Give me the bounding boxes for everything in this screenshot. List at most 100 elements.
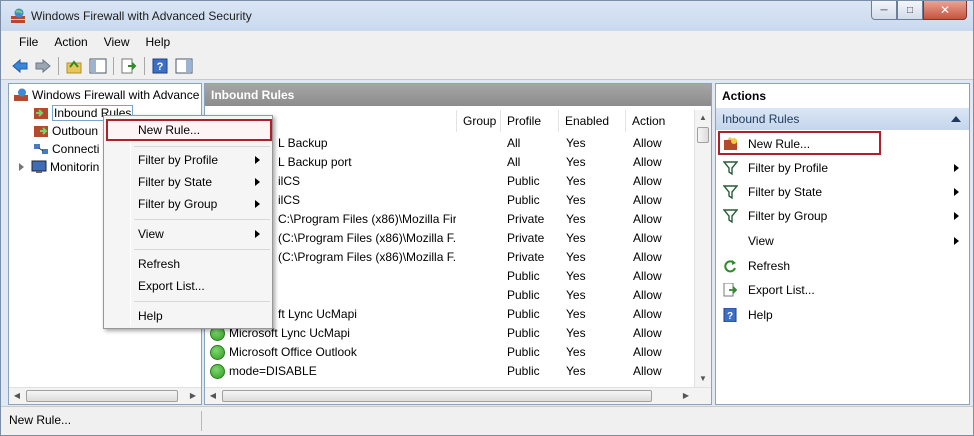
tree-item-label: Windows Firewall with Advance — [32, 88, 200, 102]
action-view[interactable]: View — [716, 229, 969, 253]
list-horizontal-scrollbar[interactable]: ◀ ▶ — [205, 387, 711, 404]
cell-enabled: Yes — [566, 288, 586, 302]
table-row[interactable]: Public Yes Allow — [205, 267, 695, 286]
context-item-new-rule[interactable]: New Rule... — [106, 119, 270, 141]
context-item-label: View — [138, 227, 164, 241]
cell-name: ilCS — [278, 193, 301, 207]
export-list-icon[interactable] — [120, 58, 138, 74]
menu-action[interactable]: Action — [46, 35, 95, 49]
new-rule-highlight — [718, 131, 881, 155]
tree-item-label: Outboun — [52, 124, 99, 138]
show-hide-action-pane-icon[interactable] — [175, 58, 193, 74]
help-icon[interactable]: ? — [151, 58, 169, 74]
table-row[interactable]: C:\Program Files (x86)\Mozilla Fir... Pri… — [205, 210, 695, 229]
collapse-icon[interactable] — [951, 116, 961, 122]
table-row[interactable]: (C:\Program Files (x86)\Mozilla F... Priv… — [205, 229, 695, 248]
action-help[interactable]: ? Help — [716, 303, 969, 327]
tree-item-connection-security[interactable]: Connecti — [33, 140, 99, 158]
scroll-thumb[interactable] — [222, 390, 652, 402]
show-hide-console-tree-icon[interactable] — [89, 58, 107, 74]
export-icon — [723, 283, 738, 297]
action-filter-by-group[interactable]: Filter by Group — [716, 204, 969, 228]
up-folder-icon[interactable] — [65, 58, 83, 74]
action-refresh[interactable]: Refresh — [716, 254, 969, 278]
actions-section-label: Inbound Rules — [722, 112, 800, 126]
context-item-filter-by-profile[interactable]: Filter by Profile — [106, 149, 270, 171]
table-row[interactable]: ilCS Public Yes Allow — [205, 172, 695, 191]
context-item-help[interactable]: Help — [106, 305, 270, 327]
menu-help[interactable]: Help — [138, 35, 179, 49]
column-header-profile[interactable]: Profile — [501, 110, 559, 132]
cell-enabled: Yes — [566, 250, 586, 264]
tree-item-outbound-rules[interactable]: Outboun — [33, 122, 98, 140]
cell-name: C:\Program Files (x86)\Mozilla Fir... — [278, 212, 456, 226]
back-arrow-icon[interactable] — [11, 58, 29, 74]
filter-icon — [723, 185, 738, 199]
cell-name: L Backup — [278, 136, 328, 150]
minimize-button[interactable]: ─ — [871, 1, 897, 20]
menu-file[interactable]: File — [11, 35, 46, 49]
context-separator — [134, 219, 270, 220]
firewall-app-icon — [11, 8, 25, 23]
scroll-left-icon[interactable]: ◀ — [9, 388, 25, 404]
cell-profile: Public — [507, 307, 540, 321]
scroll-right-icon[interactable]: ▶ — [185, 388, 201, 404]
table-row[interactable]: (C:\Program Files (x86)\Mozilla F... Priv… — [205, 248, 695, 267]
context-item-export-list[interactable]: Export List... — [106, 275, 270, 297]
scroll-right-icon[interactable]: ▶ — [678, 388, 694, 404]
cell-profile: Private — [507, 231, 545, 245]
table-row[interactable]: Microsoft Lync UcMapi Public Yes Allow — [205, 324, 695, 343]
window-controls: ─ □ ✕ — [871, 1, 967, 20]
tree-horizontal-scrollbar[interactable]: ◀ ▶ — [9, 387, 201, 404]
cell-action: Allow — [633, 326, 662, 340]
status-bar: New Rule... — [1, 406, 973, 435]
table-row[interactable]: ft Lync UcMapi Public Yes Allow — [205, 305, 695, 324]
list-vertical-scrollbar[interactable]: ▲ ▼ — [694, 110, 711, 387]
rule-enabled-icon — [210, 364, 225, 379]
context-item-filter-by-state[interactable]: Filter by State — [106, 171, 270, 193]
submenu-arrow-icon — [954, 212, 959, 220]
context-item-refresh[interactable]: Refresh — [106, 253, 270, 275]
scroll-left-icon[interactable]: ◀ — [205, 388, 221, 404]
maximize-button[interactable]: □ — [897, 1, 923, 20]
monitoring-icon — [31, 160, 47, 173]
column-header-action[interactable]: Action — [626, 110, 695, 132]
table-row[interactable]: Public Yes Allow — [205, 286, 695, 305]
context-item-view[interactable]: View — [106, 223, 270, 245]
close-icon: ✕ — [939, 3, 951, 17]
actions-section-inbound-rules[interactable]: Inbound Rules — [716, 108, 969, 130]
menu-view[interactable]: View — [96, 35, 138, 49]
cell-enabled: Yes — [566, 345, 586, 359]
outbound-rules-icon — [34, 126, 48, 137]
action-label: Refresh — [748, 259, 791, 273]
table-row[interactable]: mode=DISABLE Public Yes Allow — [205, 362, 695, 381]
cell-enabled: Yes — [566, 269, 586, 283]
maximize-icon: □ — [906, 4, 914, 16]
forward-arrow-icon[interactable] — [34, 58, 52, 74]
context-separator — [134, 249, 270, 250]
table-row[interactable]: Microsoft Office Outlook Public Yes Allow — [205, 343, 695, 362]
scroll-thumb[interactable] — [26, 390, 178, 402]
scroll-up-icon[interactable]: ▲ — [695, 110, 711, 126]
tree-item-root[interactable]: Windows Firewall with Advance — [13, 86, 199, 104]
scroll-down-icon[interactable]: ▼ — [695, 371, 711, 387]
cell-action: Allow — [633, 345, 662, 359]
scroll-thumb[interactable] — [697, 127, 709, 143]
expand-arrow-icon[interactable] — [19, 163, 24, 171]
column-header-group[interactable]: Group — [457, 110, 501, 132]
action-filter-by-profile[interactable]: Filter by Profile — [716, 156, 969, 180]
cell-enabled: Yes — [566, 231, 586, 245]
table-row[interactable]: L Backup All Yes Allow — [205, 134, 695, 153]
close-button[interactable]: ✕ — [923, 1, 967, 20]
table-row[interactable]: ilCS Public Yes Allow — [205, 191, 695, 210]
action-label: View — [748, 234, 774, 248]
toolbar-separator — [144, 57, 145, 75]
connection-security-icon — [34, 144, 48, 154]
tree-item-monitoring[interactable]: Monitorin — [19, 158, 99, 176]
context-item-filter-by-group[interactable]: Filter by Group — [106, 193, 270, 215]
menu-bar: File Action View Help — [1, 31, 973, 52]
table-row[interactable]: L Backup port All Yes Allow — [205, 153, 695, 172]
action-export-list[interactable]: Export List... — [716, 278, 969, 302]
column-header-enabled[interactable]: Enabled — [559, 110, 626, 132]
action-filter-by-state[interactable]: Filter by State — [716, 180, 969, 204]
